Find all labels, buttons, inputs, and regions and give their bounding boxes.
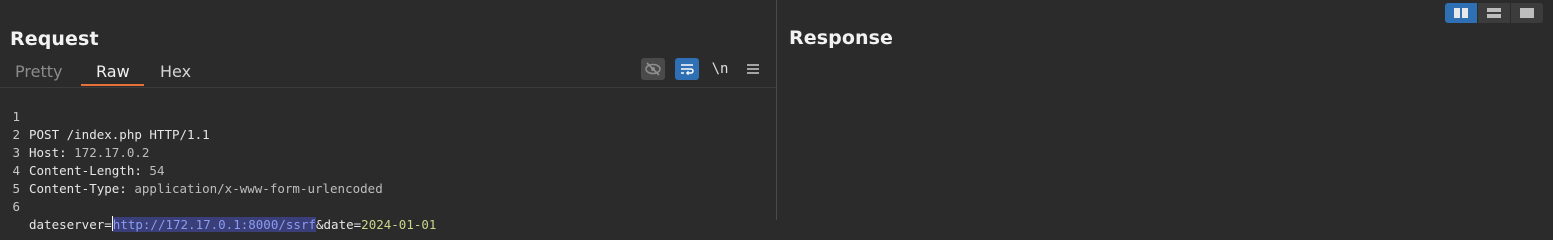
stacked-layout-icon	[1487, 8, 1501, 18]
header-value: 54	[141, 163, 165, 178]
request-body: dateserver=http://172.17.0.1:8000/ssrf&d…	[29, 216, 436, 234]
stacked-layout-button[interactable]	[1478, 3, 1510, 23]
http-message-editor: Request Pretty Raw Hex \n 1 POST /index.…	[0, 0, 1553, 232]
response-panel: Response	[777, 0, 1553, 220]
selected-param-value: http://172.17.0.1:8000/ssrf	[112, 217, 316, 232]
hide-whitespace-button[interactable]	[641, 58, 665, 80]
line-number: 6	[12, 199, 20, 214]
single-pane-layout-button[interactable]	[1511, 3, 1543, 23]
response-title: Response	[789, 27, 894, 49]
tab-hex[interactable]: Hex	[145, 61, 206, 85]
editor-menu-button[interactable]	[741, 58, 765, 80]
single-pane-layout-icon	[1520, 8, 1534, 18]
eye-slash-icon	[645, 62, 661, 76]
request-raw-editor[interactable]: 1 POST /index.php HTTP/1.1 2 Host: 172.1…	[0, 90, 776, 232]
tabs-divider	[0, 87, 776, 88]
header-value: application/x-www-form-urlencoded	[126, 181, 383, 196]
header-value: 172.17.0.2	[66, 145, 150, 160]
side-by-side-layout-icon	[1454, 8, 1468, 18]
wrap-lines-button[interactable]	[675, 58, 699, 80]
param-separator: &	[316, 217, 324, 232]
wrap-lines-icon	[681, 64, 694, 76]
param-name: date	[323, 217, 354, 232]
editor-line: 5	[0, 162, 60, 196]
side-by-side-layout-button[interactable]	[1445, 3, 1477, 23]
hamburger-menu-icon	[747, 64, 759, 74]
param-name: dateserver	[29, 217, 105, 232]
editor-line: 6 dateserver=http://172.17.0.1:8000/ssrf…	[0, 180, 436, 232]
tab-pretty[interactable]: Pretty	[0, 61, 77, 85]
request-title: Request	[10, 28, 99, 50]
param-value: 2024-01-01	[361, 217, 437, 232]
editor-line: 3 Content-Length: 54	[0, 126, 164, 178]
layout-toggle	[1445, 3, 1543, 23]
editor-line: 1 POST /index.php HTTP/1.1	[0, 90, 209, 142]
param-equals: =	[104, 217, 112, 232]
show-newlines-button[interactable]: \n	[708, 58, 732, 80]
editor-line: 2 Host: 172.17.0.2	[0, 108, 149, 160]
request-panel: Request Pretty Raw Hex \n 1 POST /index.…	[0, 0, 776, 232]
active-tab-indicator	[81, 84, 144, 86]
editor-line: 4 Content-Type: application/x-www-form-u…	[0, 144, 382, 196]
tab-raw[interactable]: Raw	[81, 61, 145, 85]
